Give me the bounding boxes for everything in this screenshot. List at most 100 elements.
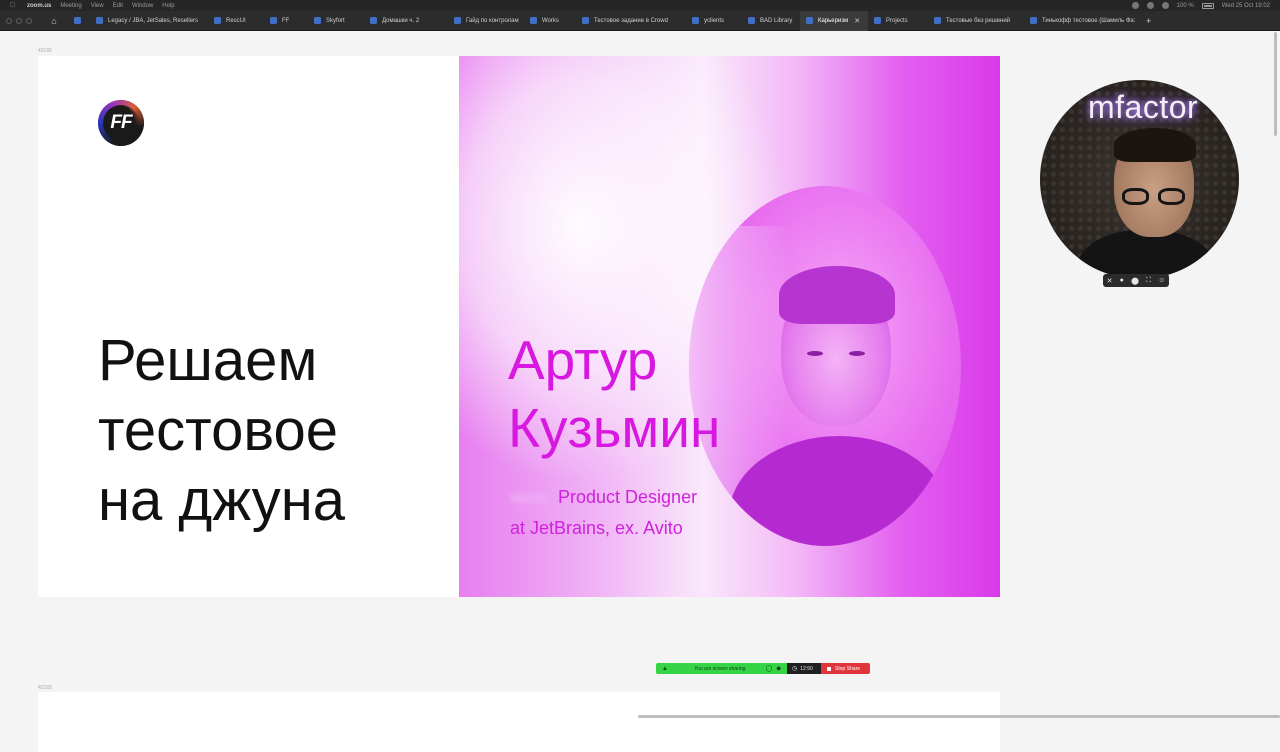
- battery-icon[interactable]: [1201, 2, 1214, 9]
- close-tab-icon[interactable]: ✕: [854, 17, 860, 25]
- webcam-video[interactable]: mfactor: [1040, 80, 1239, 279]
- tab-label: Домашки ч. 2: [382, 17, 420, 24]
- tab-crowd-test[interactable]: Тестовое задание в Crowd: [576, 11, 686, 31]
- menu-window[interactable]: Window: [132, 3, 153, 9]
- presenter-hair: [1114, 128, 1196, 162]
- tab-controls-guide[interactable]: Гайд по контролам: [448, 11, 524, 31]
- clock-icon: ◷: [792, 666, 798, 672]
- stop-icon: [827, 666, 831, 671]
- speaker-role: Product Designer at JetBrains, ex. Avito: [510, 482, 697, 544]
- close-window-button[interactable]: [6, 17, 12, 24]
- home-icon[interactable]: ⌂: [46, 16, 62, 26]
- horizontal-scrollbar[interactable]: [638, 715, 1280, 718]
- speaker-last-name: Кузьмин: [508, 397, 721, 459]
- share-timer: ◷ 12:50: [787, 663, 821, 674]
- portrait-body: [729, 436, 949, 546]
- tab-label: RescUI: [226, 17, 246, 24]
- frame-label[interactable]: 42165: [38, 685, 52, 691]
- tab-ff[interactable]: FF: [264, 11, 308, 31]
- window-controls: [6, 17, 38, 24]
- tab-works[interactable]: Works: [524, 11, 576, 31]
- next-slide-frame[interactable]: [38, 692, 1000, 752]
- tab-tests-no-solutions[interactable]: Тестовые без решений: [928, 11, 1024, 31]
- tab-rescui[interactable]: RescUI: [208, 11, 264, 31]
- person-icon[interactable]: ☺: [1158, 277, 1165, 284]
- tab-careerism[interactable]: Карьеризм ✕: [800, 10, 868, 31]
- tab-list: Legacy / JBA, JetSales, Resellers RescUI…: [68, 10, 1140, 31]
- stop-share-button[interactable]: Stop Share: [821, 663, 870, 674]
- zoom-status-icon[interactable]: [1146, 2, 1154, 9]
- zoom-window-button[interactable]: [26, 17, 32, 24]
- figma-file-icon: [96, 17, 103, 24]
- figma-file-icon: [692, 17, 699, 24]
- figma-file-icon: [74, 17, 81, 24]
- speaker-portrait: [689, 186, 961, 546]
- apple-icon[interactable]: : [10, 2, 18, 9]
- status-icon[interactable]: [1131, 2, 1139, 9]
- figma-file-icon: [314, 17, 321, 24]
- screen-share-icon: ▲: [662, 665, 668, 672]
- figma-file-icon: [370, 17, 377, 24]
- tab-homework[interactable]: Домашки ч. 2: [364, 11, 448, 31]
- tab-label: FF: [282, 17, 290, 24]
- tab-skyfort[interactable]: Skyfort: [308, 11, 364, 31]
- pause-icon[interactable]: ◯: [766, 665, 773, 672]
- tab-yclients[interactable]: yclients: [686, 11, 742, 31]
- toggle-icon[interactable]: ⬤: [1131, 277, 1139, 285]
- tab-legacy[interactable]: Legacy / JBA, JetSales, Resellers: [90, 11, 208, 31]
- wifi-icon[interactable]: [1161, 2, 1169, 9]
- menu-edit[interactable]: Edit: [113, 3, 123, 9]
- menu-app-name[interactable]: zoom.us: [27, 3, 51, 9]
- ff-logo: FF: [98, 100, 144, 146]
- tab-label: Карьеризм: [818, 17, 849, 24]
- tab-figma-home[interactable]: [68, 11, 90, 31]
- new-tab-button[interactable]: +: [1146, 16, 1151, 26]
- figma-file-icon: [582, 17, 589, 24]
- minimize-window-button[interactable]: [16, 17, 22, 24]
- presentation-slide[interactable]: FF Решаем тестовое на джуна Артур Кузьми…: [38, 56, 1000, 597]
- shield-icon[interactable]: ◆: [776, 665, 781, 672]
- vertical-scrollbar[interactable]: [1274, 32, 1277, 136]
- share-status[interactable]: ▲ You are screen sharing ◯ ◆: [656, 663, 787, 674]
- macos-menubar:  zoom.us Meeting View Edit Window Help …: [0, 0, 1280, 11]
- stop-share-label: Stop Share: [835, 665, 861, 672]
- webcam-controls: ✕ ● ⬤ ⛶ ☺: [1103, 274, 1169, 287]
- tab-label: Тестовое задание в Crowd: [594, 17, 668, 24]
- portrait-eye: [849, 351, 865, 356]
- figma-file-icon: [270, 17, 277, 24]
- tab-label: Тинькофф тестовое (Шамиль Фа:: [1042, 17, 1136, 24]
- speaker-title: Product Designer: [558, 487, 698, 507]
- figma-file-icon: [1030, 17, 1037, 24]
- figma-file-icon: [454, 17, 461, 24]
- tab-label: Skyfort: [326, 17, 345, 24]
- close-icon[interactable]: ✕: [1107, 277, 1113, 285]
- fullscreen-icon[interactable]: ⛶: [1146, 277, 1151, 285]
- tab-label: Projects: [886, 17, 908, 24]
- tab-label: Legacy / JBA, JetSales, Resellers: [108, 17, 199, 24]
- menu-view[interactable]: View: [91, 3, 104, 9]
- browser-tab-bar: ⌂ Legacy / JBA, JetSales, Resellers Resc…: [0, 10, 1280, 31]
- headline-line: тестовое: [98, 398, 339, 463]
- tab-label: Гайд по контролам: [466, 17, 519, 24]
- menu-meeting[interactable]: Meeting: [60, 3, 81, 9]
- neon-sign: mfactor: [1088, 89, 1199, 125]
- figma-file-icon: [806, 17, 813, 24]
- menu-help[interactable]: Help: [162, 3, 174, 9]
- menubar-clock[interactable]: Wed 25 Oct 19:02: [1222, 3, 1270, 9]
- presenter-glasses: [1122, 188, 1188, 206]
- figma-file-icon: [874, 17, 881, 24]
- slide-headline: Решаем тестовое на джуна: [98, 326, 438, 536]
- tab-bad-library[interactable]: BAD Library: [742, 11, 800, 31]
- blurred-text: [510, 493, 550, 504]
- frame-label[interactable]: 42165: [38, 48, 52, 54]
- figma-file-icon: [214, 17, 221, 24]
- battery-percent: 100 %: [1176, 2, 1194, 9]
- tab-projects[interactable]: Projects: [868, 11, 928, 31]
- tab-label: Works: [542, 17, 559, 24]
- speaker-first-name: Артур: [508, 329, 658, 391]
- speaker-name: Артур Кузьмин: [508, 326, 720, 462]
- headline-line: Решаем: [98, 328, 318, 393]
- dot-icon[interactable]: ●: [1120, 277, 1124, 284]
- tab-tinkoff-test[interactable]: Тинькофф тестовое (Шамиль Фа:: [1024, 11, 1140, 31]
- menubar-status-area: 100 % Wed 25 Oct 19:02: [1131, 2, 1280, 9]
